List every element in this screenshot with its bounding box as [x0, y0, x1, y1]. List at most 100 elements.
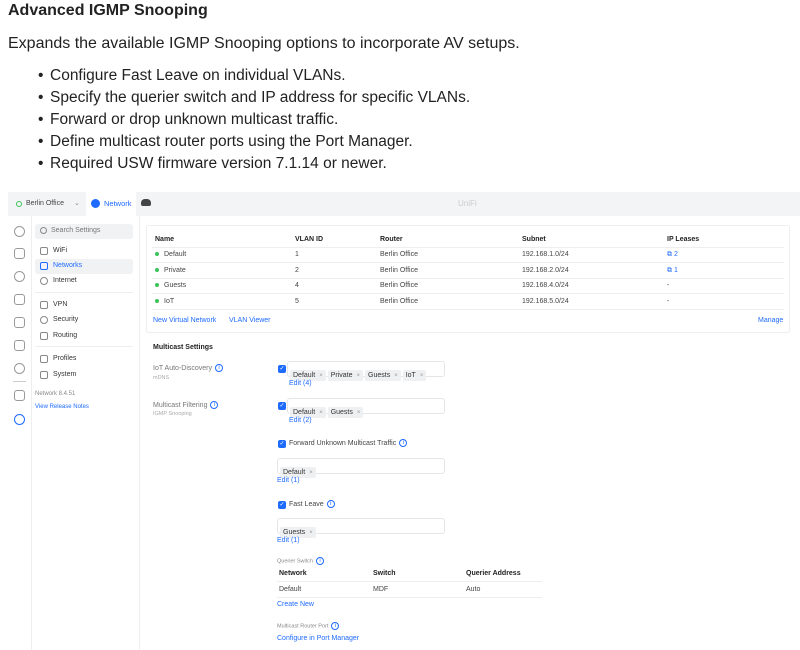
- col-header-leases[interactable]: IP Leases: [667, 236, 699, 243]
- fast-leave-checkbox[interactable]: ✓: [278, 501, 286, 509]
- brand-logo: UniFi: [458, 199, 477, 208]
- remove-tag-icon[interactable]: ×: [319, 373, 323, 379]
- tag-chip: Guests ×: [327, 407, 364, 418]
- info-icon[interactable]: i: [215, 364, 224, 372]
- logs-icon[interactable]: [14, 390, 25, 401]
- site-name: Berlin Office: [26, 200, 64, 207]
- insights-icon[interactable]: [14, 340, 25, 351]
- vlan-viewer-link[interactable]: VLAN Viewer: [229, 317, 271, 324]
- info-icon[interactable]: i: [316, 557, 325, 565]
- info-icon[interactable]: i: [210, 401, 219, 409]
- innerspace-icon[interactable]: [141, 199, 151, 206]
- subnet: 192.168.2.0/24: [522, 266, 569, 274]
- sidebar-item-label: Networks: [53, 262, 83, 269]
- devices-icon[interactable]: [14, 271, 25, 282]
- remove-tag-icon[interactable]: ×: [357, 373, 361, 379]
- manage-link[interactable]: Manage: [758, 317, 783, 324]
- remove-tag-icon[interactable]: ×: [309, 470, 313, 476]
- filter-edit-link[interactable]: Edit (2): [289, 417, 312, 424]
- status-dot-icon: [155, 283, 159, 288]
- row-divider: [277, 597, 542, 598]
- forward-tags-field[interactable]: Default ×: [277, 458, 445, 478]
- remove-tag-icon[interactable]: ×: [319, 410, 323, 416]
- bullet: • Forward or drop unknown multicast traff…: [38, 111, 339, 128]
- row-divider: [152, 247, 784, 248]
- sidebar-item-vpn[interactable]: VPN: [35, 298, 133, 313]
- iot-edit-link[interactable]: Edit (4): [289, 380, 312, 387]
- col-header-router[interactable]: Router: [380, 236, 403, 243]
- multicast-title: Multicast Settings: [153, 344, 213, 351]
- fast-leave-tags-field[interactable]: Guests ×: [277, 518, 445, 538]
- bullet: • Configure Fast Leave on individual VLAN…: [38, 67, 346, 84]
- subnet: 192.168.5.0/24: [522, 297, 569, 305]
- filter-tags-field[interactable]: Default × Guests ×: [287, 398, 445, 418]
- status-dot-icon: [155, 252, 159, 257]
- create-new-link[interactable]: Create New: [277, 601, 314, 608]
- configure-port-manager-link[interactable]: Configure in Port Manager: [277, 635, 359, 642]
- info-icon[interactable]: i: [399, 439, 408, 447]
- tag-chip: Private ×: [327, 370, 364, 381]
- clients-icon[interactable]: [14, 294, 25, 305]
- sidebar-item-wifi[interactable]: WiFi: [35, 244, 133, 259]
- sidebar-item-label: VPN: [53, 301, 68, 308]
- settings-gear-icon[interactable]: [14, 414, 25, 425]
- ip-leases: -: [667, 282, 670, 290]
- fast-leave-edit-link[interactable]: Edit (1): [277, 537, 300, 544]
- router: Berlin Office: [380, 282, 418, 290]
- sidebar-item-routing[interactable]: Routing: [35, 329, 133, 344]
- network-name: Guests: [155, 282, 186, 289]
- iot-tags-field[interactable]: Default × Private × Guests × IoT ×: [287, 361, 445, 381]
- topology-icon[interactable]: [14, 248, 25, 259]
- querier-switch-label: Querier Switch i: [277, 557, 325, 565]
- sidebar-item-networks[interactable]: Networks: [35, 259, 133, 274]
- ip-leases[interactable]: ⧉ 1: [667, 267, 678, 275]
- remove-tag-icon[interactable]: ×: [420, 373, 424, 379]
- networks-icon: [40, 262, 48, 270]
- sidebar-item-security[interactable]: Security: [35, 313, 133, 328]
- version-text: Network 8.4.51: [35, 391, 76, 397]
- multicast-filtering-sub: IGMP Snooping: [153, 411, 192, 417]
- fast-leave-label: Fast Leave i: [289, 500, 335, 508]
- sidebar-item-label: Internet: [53, 277, 77, 284]
- tab-network[interactable]: Network: [86, 192, 136, 216]
- site-selector[interactable]: Berlin Office ⌄: [8, 192, 88, 216]
- remove-tag-icon[interactable]: ×: [357, 410, 361, 416]
- sidebar-item-system[interactable]: System: [35, 368, 133, 383]
- network-app-icon: [91, 199, 100, 208]
- remove-tag-icon[interactable]: ×: [394, 373, 398, 379]
- sidebar-item-internet[interactable]: Internet: [35, 274, 133, 289]
- row-divider: [277, 581, 542, 582]
- security-shield-icon[interactable]: [14, 363, 25, 374]
- search-icon: [40, 227, 47, 234]
- forward-unknown-checkbox[interactable]: ✓: [278, 440, 286, 448]
- profiles-icon: [40, 355, 48, 363]
- multicast-filtering-checkbox[interactable]: ✓: [278, 402, 286, 410]
- iot-discovery-sub: mDNS: [153, 375, 170, 381]
- col-header-vlan[interactable]: VLAN ID: [295, 236, 323, 243]
- forward-edit-link[interactable]: Edit (1): [277, 477, 300, 484]
- ip-leases[interactable]: ⧉ 2: [667, 251, 678, 259]
- remove-tag-icon[interactable]: ×: [309, 530, 313, 536]
- doc-title: Advanced IGMP Snooping: [8, 2, 208, 19]
- wifi-icon: [40, 247, 48, 255]
- statistics-icon[interactable]: [14, 317, 25, 328]
- info-icon[interactable]: i: [331, 622, 340, 630]
- info-icon[interactable]: i: [326, 500, 335, 508]
- site-status-icon: [16, 201, 22, 207]
- globe-icon: [40, 277, 48, 285]
- router: Berlin Office: [380, 251, 418, 258]
- search-input[interactable]: Search Settings: [35, 224, 133, 239]
- dashboard-icon[interactable]: [14, 226, 25, 237]
- sidebar-divider: [35, 292, 133, 293]
- status-dot-icon: [155, 267, 159, 272]
- sidebar-item-label: Profiles: [53, 355, 77, 362]
- search-placeholder: Search Settings: [51, 227, 101, 234]
- sidebar-item-profiles[interactable]: Profiles: [35, 352, 133, 367]
- iot-discovery-checkbox[interactable]: ✓: [278, 365, 286, 373]
- querier-address: Auto: [466, 586, 481, 593]
- col-header-name[interactable]: Name: [155, 236, 174, 243]
- col-header-subnet[interactable]: Subnet: [522, 236, 546, 243]
- release-notes-link[interactable]: View Release Notes: [35, 404, 89, 410]
- vlan-id: 5: [295, 297, 299, 305]
- new-virtual-network-link[interactable]: New Virtual Network: [153, 317, 216, 324]
